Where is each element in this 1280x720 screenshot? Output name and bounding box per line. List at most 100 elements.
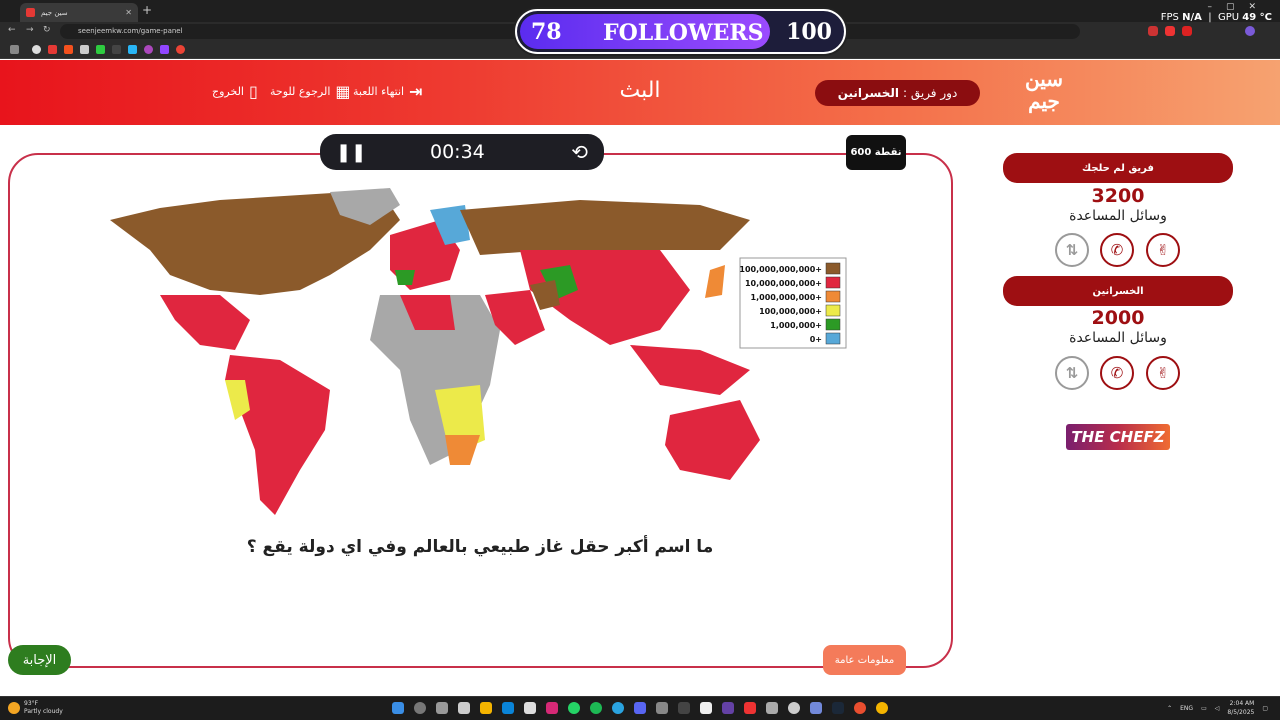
twitch-icon[interactable] bbox=[160, 45, 169, 54]
followers-goal: 100 bbox=[786, 19, 832, 45]
legend-swatch bbox=[825, 332, 841, 345]
tiktok-icon[interactable] bbox=[678, 702, 690, 714]
app-icon[interactable] bbox=[744, 702, 756, 714]
app-icon[interactable] bbox=[766, 702, 778, 714]
window-controls[interactable]: –▢✕ bbox=[1207, 2, 1270, 12]
browser-tab[interactable]: سين جيم ✕ bbox=[20, 3, 138, 22]
weather-temp: 93°F bbox=[24, 700, 39, 707]
followers-goal-widget: 78 FOLLOWERS 100 bbox=[515, 9, 846, 54]
tab-close-icon[interactable]: ✕ bbox=[125, 8, 132, 17]
phone-aid-icon[interactable]: ✆ bbox=[1100, 356, 1134, 390]
fps-label: FPS bbox=[1160, 12, 1179, 23]
system-tray: ⌃ ENG ▭ ◁ 2:04 AM 8/5/2025 ▢ bbox=[1167, 699, 1268, 717]
spotify-icon[interactable] bbox=[590, 702, 602, 714]
legend-label: 1,000,000+ bbox=[770, 321, 822, 330]
notification-icon[interactable]: ▢ bbox=[1262, 705, 1268, 712]
google-icon[interactable] bbox=[176, 45, 185, 54]
apps-icon[interactable] bbox=[10, 45, 19, 54]
bookmark-icon[interactable] bbox=[64, 45, 73, 54]
tab-title: سين جيم bbox=[41, 8, 68, 17]
app-icon[interactable] bbox=[854, 702, 866, 714]
back-to-board-button[interactable]: ▦ الرجوع للوحة bbox=[270, 82, 351, 101]
reload-icon[interactable]: ↻ bbox=[43, 25, 51, 35]
legend-label: 100,000,000+ bbox=[759, 307, 822, 316]
extension-icon[interactable] bbox=[1182, 26, 1192, 36]
youtube-icon[interactable] bbox=[48, 45, 57, 54]
app-icon[interactable] bbox=[810, 702, 822, 714]
team-1-aids-label: وسائل المساعدة bbox=[1069, 208, 1167, 224]
exit-button[interactable]: ▯ الخروج bbox=[212, 82, 258, 101]
instagram-icon[interactable] bbox=[546, 702, 558, 714]
extension-icon[interactable] bbox=[1148, 26, 1158, 36]
discord-icon[interactable] bbox=[634, 702, 646, 714]
start-icon[interactable] bbox=[392, 702, 404, 714]
fps-value: N/A bbox=[1182, 12, 1202, 23]
russia-shape bbox=[460, 200, 750, 255]
profile-avatar[interactable] bbox=[1245, 26, 1255, 36]
extension-icon[interactable] bbox=[1165, 26, 1175, 36]
app-icon[interactable] bbox=[524, 702, 536, 714]
category-button[interactable]: معلومات عامة bbox=[823, 645, 906, 675]
edge-icon[interactable] bbox=[502, 702, 514, 714]
legend-label: 0+ bbox=[810, 335, 822, 344]
steam-icon[interactable] bbox=[832, 702, 844, 714]
end-game-button[interactable]: ⇥ انتهاء اللعبة bbox=[353, 82, 423, 101]
world-gas-map: 100,000,000,000+ 10,000,000,000+ 1,000,000… bbox=[100, 180, 860, 520]
wifi-icon[interactable]: ▭ bbox=[1201, 705, 1207, 712]
legend-swatch bbox=[825, 262, 841, 275]
weather-sun-icon bbox=[8, 702, 20, 714]
app-icon[interactable] bbox=[656, 702, 668, 714]
bookmark-icon[interactable] bbox=[32, 45, 41, 54]
pause-icon[interactable]: ❚❚ bbox=[336, 142, 366, 163]
system-clock[interactable]: 2:04 AM 8/5/2025 bbox=[1227, 699, 1254, 717]
bookmark-icon[interactable] bbox=[80, 45, 89, 54]
bookmark-icon[interactable] bbox=[144, 45, 153, 54]
volume-icon[interactable]: ◁ bbox=[1215, 705, 1220, 712]
language-indicator[interactable]: ENG bbox=[1180, 705, 1193, 712]
app-icon[interactable] bbox=[722, 702, 734, 714]
phone-aid-icon[interactable]: ✆ bbox=[1100, 233, 1134, 267]
southeast-asia-shape bbox=[630, 345, 750, 395]
two-answers-aid-icon[interactable]: ⇅ bbox=[1055, 356, 1089, 390]
points-badge: 600 نقطة bbox=[846, 135, 906, 170]
whatsapp-icon[interactable] bbox=[568, 702, 580, 714]
legend-label: 1,000,000,000+ bbox=[751, 293, 822, 302]
show-answer-button[interactable]: الإجابة bbox=[8, 645, 71, 675]
app-icon[interactable] bbox=[700, 702, 712, 714]
team-1-score: 3200 bbox=[1091, 185, 1145, 207]
team-2-score: 2000 bbox=[1091, 307, 1145, 329]
file-explorer-icon[interactable] bbox=[480, 702, 492, 714]
south-africa-shape bbox=[445, 435, 480, 465]
forward-icon[interactable]: → bbox=[26, 25, 34, 35]
current-turn-badge: دور فريق : الخسرانين bbox=[815, 80, 980, 106]
back-icon[interactable]: ← bbox=[8, 25, 16, 35]
hand-aid-icon[interactable]: ✌ bbox=[1146, 233, 1180, 267]
hand-aid-icon[interactable]: ✌ bbox=[1146, 356, 1180, 390]
sponsor-logo: THE CHEFZ bbox=[1066, 424, 1170, 450]
tray-chevron-icon[interactable]: ⌃ bbox=[1167, 705, 1172, 712]
search-icon[interactable] bbox=[414, 702, 426, 714]
clock-time: 2:04 AM bbox=[1229, 700, 1255, 707]
windows-taskbar: 93°F Partly cloudy ⌃ ENG ▭ ◁ 2:04 AM 8/5… bbox=[0, 696, 1280, 720]
gpu-value: 49 °C bbox=[1242, 12, 1272, 23]
bookmark-icon[interactable] bbox=[112, 45, 121, 54]
new-tab-icon[interactable]: + bbox=[142, 3, 152, 17]
app-icon[interactable] bbox=[458, 702, 470, 714]
end-game-label: انتهاء اللعبة bbox=[353, 85, 405, 98]
telegram-icon[interactable] bbox=[612, 702, 624, 714]
two-answers-aid-icon[interactable]: ⇅ bbox=[1055, 233, 1089, 267]
task-view-icon[interactable] bbox=[436, 702, 448, 714]
weather-widget[interactable]: 93°F Partly cloudy bbox=[8, 700, 63, 716]
app-icon[interactable] bbox=[788, 702, 800, 714]
back-to-board-label: الرجوع للوحة bbox=[270, 85, 331, 98]
bookmark-icon[interactable] bbox=[128, 45, 137, 54]
exit-label: الخروج bbox=[212, 85, 244, 98]
reset-timer-icon[interactable]: ⟲ bbox=[571, 140, 588, 164]
live-label: البث bbox=[619, 78, 661, 103]
followers-label: FOLLOWERS bbox=[603, 20, 764, 46]
gpu-label: GPU bbox=[1217, 12, 1240, 23]
team-2-name-pill: الخسرانين bbox=[1003, 276, 1233, 306]
chrome-icon[interactable] bbox=[876, 702, 888, 714]
logo-line-1: سين bbox=[1024, 67, 1064, 91]
kick-icon[interactable] bbox=[96, 45, 105, 54]
